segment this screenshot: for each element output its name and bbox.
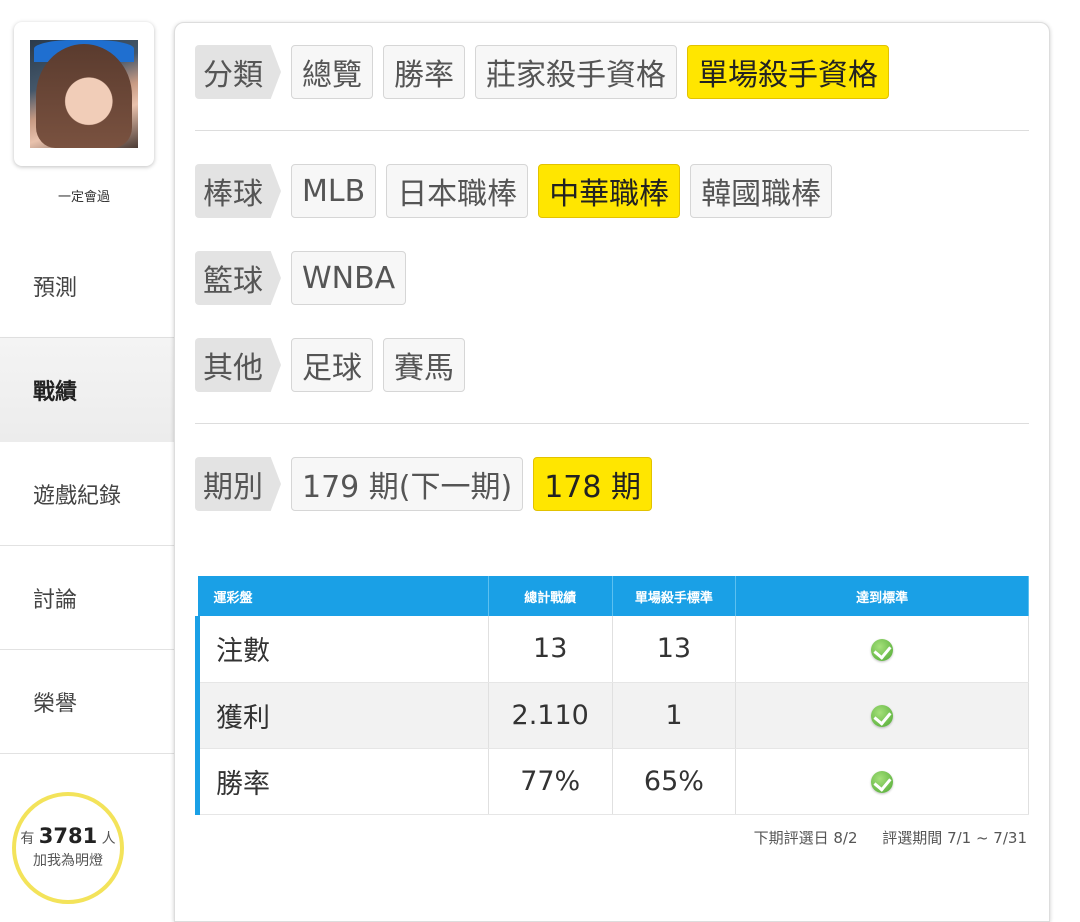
fans-badge[interactable]: 有 3781 人 加我為明燈 xyxy=(12,792,124,904)
avatar[interactable] xyxy=(30,40,138,148)
nav-item-discussion[interactable]: 討論 xyxy=(0,546,174,650)
category-option-winrate[interactable]: 勝率 xyxy=(383,45,465,99)
table-row: 注數 13 13 xyxy=(195,616,1029,683)
row-total: 2.110 xyxy=(488,682,613,749)
category-option-banker-killer[interactable]: 莊家殺手資格 xyxy=(475,45,677,99)
other-label: 其他 xyxy=(195,338,281,392)
row-standard: 13 xyxy=(612,616,737,683)
league-option-mlb[interactable]: MLB xyxy=(291,164,377,218)
nav-item-record[interactable]: 戰績 xyxy=(0,338,180,442)
category-label: 分類 xyxy=(195,45,281,99)
period-option-next[interactable]: 179 期(下一期) xyxy=(291,457,524,511)
category-option-single-killer[interactable]: 單場殺手資格 xyxy=(687,45,889,99)
stats-table: 運彩盤 總計戰績 單場殺手標準 達到標準 注數 13 13 獲利 2.110 1… xyxy=(195,576,1029,815)
nav-item-honor[interactable]: 榮譽 xyxy=(0,650,174,754)
period-label: 期別 xyxy=(195,457,281,511)
league-option-soccer[interactable]: 足球 xyxy=(291,338,373,392)
follow-cta[interactable]: 加我為明燈 xyxy=(16,850,120,870)
main-panel: 分類 總覽 勝率 莊家殺手資格 單場殺手資格 棒球 MLB 日本職棒 中華職棒 … xyxy=(174,22,1050,922)
divider xyxy=(195,130,1029,131)
row-total: 77% xyxy=(488,748,613,815)
category-option-overview[interactable]: 總覽 xyxy=(291,45,373,99)
row-total: 13 xyxy=(488,616,613,683)
row-name: 勝率 xyxy=(195,748,489,815)
table-header-row: 運彩盤 總計戰績 單場殺手標準 達到標準 xyxy=(197,576,1029,616)
sidebar: 一定會過 預測 戰績 遊戲紀錄 討論 榮譽 有 3781 人 加我為明燈 xyxy=(0,0,180,904)
league-option-kbo[interactable]: 韓國職棒 xyxy=(690,164,833,218)
fans-count: 3781 xyxy=(38,824,98,848)
league-option-wnba[interactable]: WNBA xyxy=(291,251,407,305)
row-standard: 1 xyxy=(612,682,737,749)
row-name: 獲利 xyxy=(195,682,489,749)
next-eval-date: 下期評選日 8/2 xyxy=(753,829,858,847)
row-met xyxy=(735,616,1029,683)
league-option-npb[interactable]: 日本職棒 xyxy=(386,164,529,218)
check-circle-icon xyxy=(871,638,894,661)
row-standard: 65% xyxy=(612,748,737,815)
period-option-current[interactable]: 178 期 xyxy=(533,457,653,511)
basketball-filter-row: 籃球 WNBA xyxy=(195,251,416,305)
column-header-met: 達到標準 xyxy=(735,576,1029,616)
table-row: 勝率 77% 65% xyxy=(195,748,1029,815)
nav-item-game-history[interactable]: 遊戲紀錄 xyxy=(0,442,174,546)
avatar-card[interactable] xyxy=(14,22,154,166)
evaluation-footnote: 下期評選日 8/2 評選期間 7/1 ~ 7/31 xyxy=(754,827,1027,848)
league-option-cpbl[interactable]: 中華職棒 xyxy=(538,164,681,218)
check-circle-icon xyxy=(871,705,894,727)
username: 一定會過 xyxy=(57,190,110,205)
baseball-filter-row: 棒球 MLB 日本職棒 中華職棒 韓國職棒 xyxy=(195,164,842,218)
other-filter-row: 其他 足球 賽馬 xyxy=(195,338,475,392)
basketball-label: 籃球 xyxy=(195,251,281,305)
column-header-total: 總計戰績 xyxy=(488,576,613,616)
fans-suffix: 人 xyxy=(101,831,116,847)
period-filter-row: 期別 179 期(下一期) 178 期 xyxy=(195,457,662,511)
column-header-standard: 單場殺手標準 xyxy=(612,576,737,616)
row-name: 注數 xyxy=(195,616,489,683)
eval-period: 評選期間 7/1 ~ 7/31 xyxy=(882,829,1027,847)
row-met xyxy=(735,748,1029,815)
row-met xyxy=(735,682,1029,749)
divider xyxy=(195,423,1029,424)
baseball-label: 棒球 xyxy=(195,164,281,218)
nav-item-predict[interactable]: 預測 xyxy=(0,234,174,338)
check-circle-icon xyxy=(871,771,894,793)
league-option-horse-racing[interactable]: 賽馬 xyxy=(383,338,465,392)
fans-prefix: 有 xyxy=(20,831,35,847)
column-header-market: 運彩盤 xyxy=(197,576,489,616)
category-filter-row: 分類 總覽 勝率 莊家殺手資格 單場殺手資格 xyxy=(195,45,899,99)
table-row: 獲利 2.110 1 xyxy=(195,682,1029,749)
